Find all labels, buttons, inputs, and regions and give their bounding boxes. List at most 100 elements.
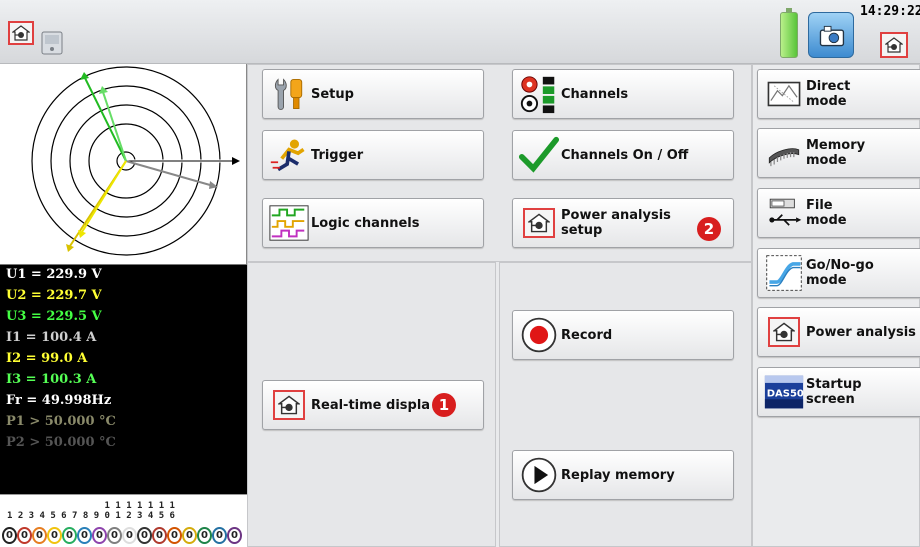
memory-mode-label-line1: Memory	[806, 138, 866, 153]
startup-screen-label: Startup screen	[806, 377, 862, 407]
measurement-u2: U2 = 229.7 V	[6, 288, 102, 303]
startup-screen-thumbnail-icon: DAS50	[762, 370, 806, 414]
file-mode-button[interactable]: File mode	[757, 188, 920, 238]
setup-label: Setup	[311, 86, 354, 102]
channel-tens-row: 1 1 1 1 1 1 1	[7, 501, 175, 511]
measurement-list: U1 = 229.9 V U2 = 229.7 V U3 = 229.5 V I…	[0, 264, 247, 494]
usb-file-icon	[762, 191, 806, 235]
direct-mode-label: Direct mode	[806, 79, 850, 109]
measurement-u3: U3 = 229.5 V	[6, 309, 102, 324]
channel-units-row: 1 2 3 4 5 6 7 8 9 0 1 2 3 4 5 6	[7, 511, 175, 521]
file-mode-label: File mode	[806, 198, 847, 228]
channel-indicator-2: 0	[17, 527, 32, 544]
battery-icon	[780, 8, 798, 58]
power-analysis-label: Power analysis	[806, 324, 916, 340]
measurement-i1: I1 = 100.4 A	[6, 330, 97, 345]
power-analysis-home-icon[interactable]	[880, 32, 908, 58]
real-time-display-label: Real-time displa	[311, 397, 431, 413]
home-icon[interactable]	[8, 21, 34, 45]
channel-indicator-13: 0	[182, 527, 197, 544]
plug-house-icon	[885, 37, 903, 53]
channel-indicator-6: 0	[77, 527, 92, 544]
channels-icon	[517, 72, 561, 116]
measurement-p2: P2 > 50.000 °C	[6, 435, 116, 450]
logic-channels-button[interactable]: Logic channels	[262, 198, 484, 248]
real-time-display-icon-wrap	[267, 383, 311, 427]
go-no-go-mode-button[interactable]: Go/No-go mode	[757, 248, 920, 298]
play-icon	[517, 453, 561, 497]
channel-indicator-15: 0	[212, 527, 227, 544]
channel-numbers: 1 1 1 1 1 1 1 1 2 3 4 5 6 7 8 9 0 1 2 3 …	[6, 501, 175, 521]
startup-screen-label-line2: screen	[806, 392, 855, 407]
running-man-icon	[267, 133, 311, 177]
channel-status-strip[interactable]: 1 1 1 1 1 1 1 1 2 3 4 5 6 7 8 9 0 1 2 3 …	[0, 494, 247, 547]
camera-icon	[819, 25, 845, 47]
memory-mode-label: Memory mode	[806, 138, 865, 168]
channel-indicator-1: 0	[2, 527, 17, 544]
channel-indicator-11: 0	[152, 527, 167, 544]
startup-thumbnail-text: DAS50	[767, 389, 804, 400]
screenshot-camera-button[interactable]	[808, 12, 854, 58]
left-panel: U1 = 229.9 V U2 = 229.7 V U3 = 229.5 V I…	[0, 64, 247, 547]
trigger-button[interactable]: Trigger	[262, 130, 484, 180]
startup-screen-button[interactable]: DAS50 Startup screen	[757, 367, 920, 417]
channel-indicators: 0000000000000000	[2, 527, 242, 544]
startup-screen-label-line1: Startup	[806, 377, 862, 392]
plug-house-icon	[12, 25, 30, 41]
trigger-label: Trigger	[311, 147, 364, 163]
channels-on-off-button[interactable]: Channels On / Off	[512, 130, 734, 180]
storage-disk-icon[interactable]	[40, 30, 64, 56]
channel-indicator-12: 0	[167, 527, 182, 544]
channels-button[interactable]: Channels	[512, 69, 734, 119]
measurement-i3: I3 = 100.3 A	[6, 372, 97, 387]
plug-house-icon	[273, 390, 305, 420]
direct-mode-icon	[762, 72, 806, 116]
memory-mode-button[interactable]: Memory mode	[757, 128, 920, 178]
channel-indicator-9: 0	[122, 527, 137, 544]
direct-mode-label-line1: Direct	[806, 79, 851, 94]
wrench-icon	[267, 72, 311, 116]
go-no-go-mode-label-line2: mode	[806, 273, 847, 288]
go-no-go-mode-label: Go/No-go mode	[806, 258, 874, 288]
measurement-i2: I2 = 99.0 A	[6, 351, 88, 366]
file-mode-label-line2: mode	[806, 213, 847, 228]
logic-signal-icon	[267, 201, 311, 245]
measurement-frequency: Fr = 49.998Hz	[6, 393, 112, 408]
record-icon	[517, 313, 561, 357]
phasor-diagram[interactable]	[0, 64, 247, 264]
measurement-u1: U1 = 229.9 V	[6, 267, 102, 282]
channel-indicator-10: 0	[137, 527, 152, 544]
plug-house-icon	[768, 317, 800, 347]
channel-indicator-8: 0	[107, 527, 122, 544]
memory-mode-label-line2: mode	[806, 153, 847, 168]
channel-indicator-3: 0	[32, 527, 47, 544]
replay-memory-button[interactable]: Replay memory	[512, 450, 734, 500]
setup-button[interactable]: Setup	[262, 69, 484, 119]
record-label: Record	[561, 327, 613, 343]
file-mode-label-line1: File	[806, 198, 833, 213]
go-no-go-mode-label-line1: Go/No-go	[806, 258, 874, 273]
logic-channels-label: Logic channels	[311, 215, 420, 231]
channel-indicator-5: 0	[62, 527, 77, 544]
phasor-svg	[31, 66, 240, 256]
direct-mode-button[interactable]: Direct mode	[757, 69, 920, 119]
power-analysis-setup-label-line2: setup	[561, 223, 603, 238]
channel-indicator-7: 0	[92, 527, 107, 544]
power-analysis-icon-wrap	[762, 310, 806, 354]
replay-memory-label: Replay memory	[561, 467, 675, 483]
power-analysis-button[interactable]: Power analysis	[757, 307, 920, 357]
channel-indicator-16: 0	[227, 527, 242, 544]
clock-time: 14:29:22	[860, 4, 920, 19]
channel-indicator-4: 0	[47, 527, 62, 544]
power-analysis-setup-label-line1: Power analysis	[561, 208, 671, 223]
power-analyzer-screen: 14:29:22 U1 = 229.9 V U2 = 229.7 V U3 = …	[0, 0, 920, 547]
callout-badge-1: 1	[432, 393, 456, 417]
measurement-p1: P1 > 50.000 °C	[6, 414, 116, 429]
channels-on-off-label: Channels On / Off	[561, 147, 689, 163]
record-button[interactable]: Record	[512, 310, 734, 360]
power-analysis-setup-icon-wrap	[517, 201, 561, 245]
channels-label: Channels	[561, 86, 629, 102]
direct-mode-label-line2: mode	[806, 94, 847, 109]
memory-chip-icon	[762, 131, 806, 175]
channel-indicator-14: 0	[197, 527, 212, 544]
